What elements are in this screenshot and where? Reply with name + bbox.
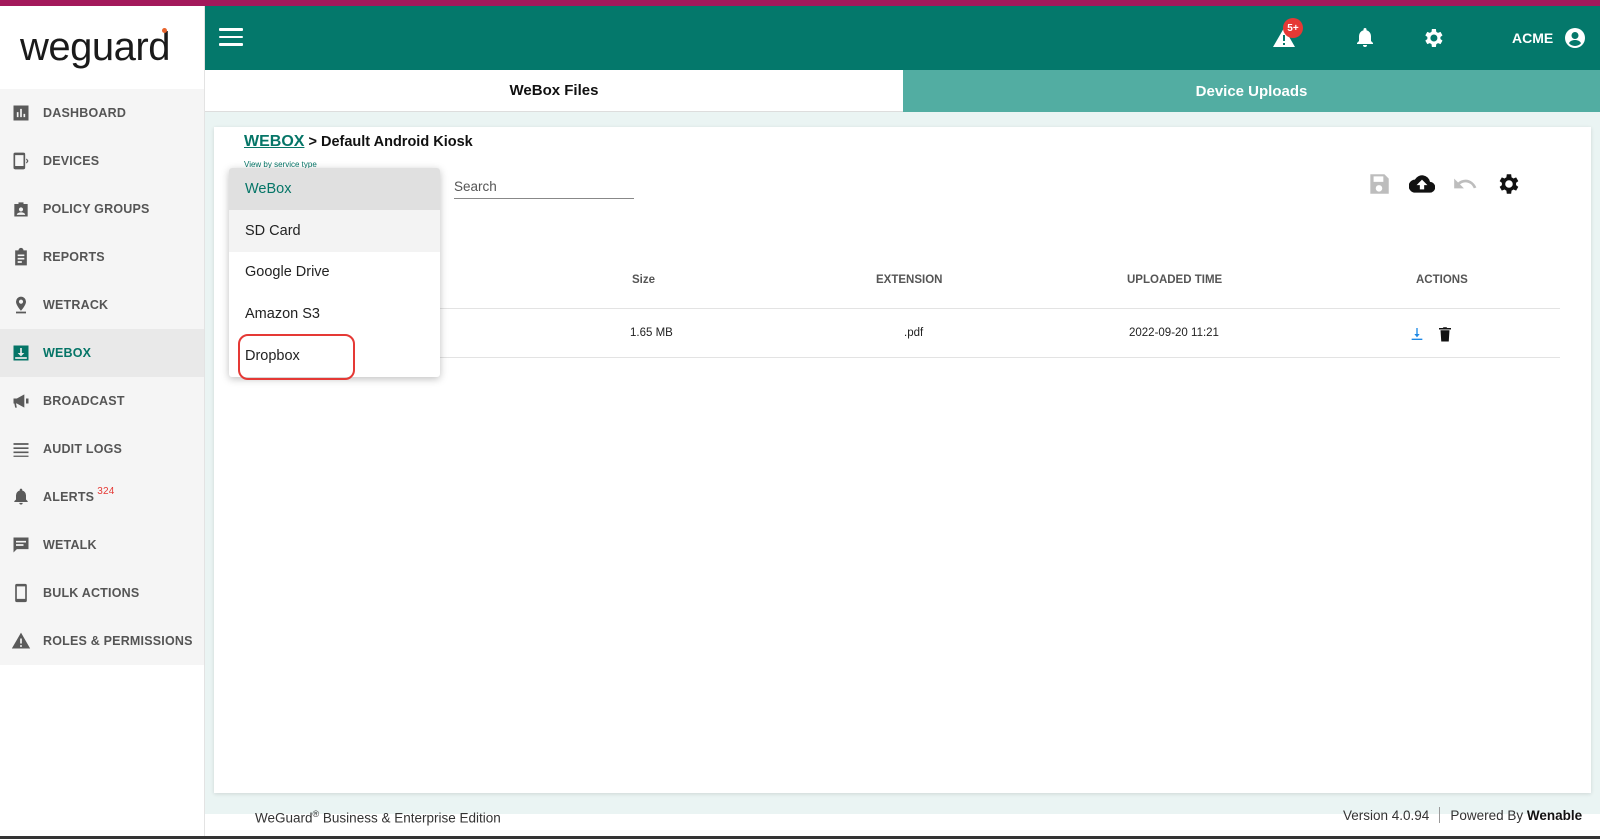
sidebar-item-reports[interactable]: REPORTS: [0, 233, 204, 281]
dropbox-highlight-annotation: [238, 334, 355, 380]
bell-alert-icon: [10, 486, 32, 508]
inbox-download-icon: [10, 342, 32, 364]
column-header-extension[interactable]: EXTENSION: [876, 274, 942, 286]
tab-device-uploads[interactable]: Device Uploads: [903, 70, 1600, 112]
bar-chart-icon: [10, 102, 32, 124]
sidebar-nav: DASHBOARD DEVICES POLICY GROUPS REPORTS …: [0, 89, 204, 665]
footer-edition-text: Business & Enterprise Edition: [319, 810, 501, 826]
tab-webox-files[interactable]: WeBox Files: [205, 70, 903, 112]
sidebar-item-policy-groups[interactable]: POLICY GROUPS: [0, 185, 204, 233]
sidebar-item-broadcast[interactable]: BROADCAST: [0, 377, 204, 425]
megaphone-icon: [10, 390, 32, 412]
sidebar-item-webox[interactable]: WEBOX: [0, 329, 204, 377]
sidebar-item-label: WETALK: [43, 538, 97, 552]
search-input[interactable]: Search: [454, 177, 634, 199]
footer-powered-prefix: Powered By: [1450, 807, 1524, 823]
sidebar-item-alerts[interactable]: ALERTS 324: [0, 473, 204, 521]
location-pin-icon: [10, 294, 32, 316]
sidebar-item-dashboard[interactable]: DASHBOARD: [0, 89, 204, 137]
list-icon: [10, 438, 32, 460]
sidebar-item-bulk-actions[interactable]: BULK ACTIONS: [0, 569, 204, 617]
footer-edition: WeGuard® Business & Enterprise Edition: [255, 809, 501, 826]
logo-dot: [162, 28, 167, 33]
dropdown-option-google-drive[interactable]: Google Drive: [229, 252, 440, 294]
sidebar-item-label: ROLES & PERMISSIONS: [43, 634, 193, 648]
warning-icon: [10, 630, 32, 652]
device-icon: [10, 150, 32, 172]
dropdown-option-amazon-s3[interactable]: Amazon S3: [229, 293, 440, 335]
bell-icon[interactable]: [1353, 26, 1377, 50]
sidebar-item-wetalk[interactable]: WETALK: [0, 521, 204, 569]
sidebar-item-label: REPORTS: [43, 250, 105, 264]
breadcrumb-root-link[interactable]: WEBOX: [244, 133, 304, 150]
footer-separator: [1439, 807, 1441, 823]
cell-size: 1.65 MB: [630, 327, 673, 339]
cell-extension: .pdf: [904, 327, 924, 339]
sidebar-item-wetrack[interactable]: WETRACK: [0, 281, 204, 329]
footer-version: Version 4.0.94: [1343, 807, 1430, 823]
save-icon[interactable]: [1366, 171, 1392, 197]
dropdown-option-webox[interactable]: WeBox: [229, 168, 440, 210]
sidebar-item-label: WETRACK: [43, 298, 109, 312]
dropdown-option-sd-card[interactable]: SD Card: [229, 209, 440, 252]
cloud-upload-icon[interactable]: [1408, 171, 1436, 197]
sidebar-item-label: BROADCAST: [43, 394, 125, 408]
user-avatar-icon[interactable]: [1563, 26, 1587, 50]
app-logo[interactable]: weguard: [0, 6, 204, 89]
footer-brand: WeGuard: [255, 810, 313, 826]
phone-icon: [10, 582, 32, 604]
sidebar-item-label: BULK ACTIONS: [43, 586, 140, 600]
column-header-size[interactable]: Size: [632, 274, 655, 286]
column-header-actions: ACTIONS: [1416, 274, 1468, 286]
footer-version-info: Version 4.0.94 Powered By Wenable: [1343, 807, 1582, 823]
sidebar-item-label: AUDIT LOGS: [43, 442, 123, 456]
undo-icon[interactable]: [1452, 171, 1478, 197]
badge-icon: [10, 198, 32, 220]
user-name[interactable]: ACME: [1512, 30, 1553, 46]
sidebar-item-label: ALERTS: [43, 490, 95, 504]
download-icon[interactable]: [1409, 326, 1425, 347]
sidebar-item-roles-permissions[interactable]: ROLES & PERMISSIONS: [0, 617, 204, 665]
top-header: 5+ ACME: [205, 6, 1600, 70]
alerts-count-badge: 324: [97, 485, 115, 497]
logo-text: weguard: [20, 25, 170, 69]
column-header-uploaded-time[interactable]: UPLOADED TIME: [1127, 274, 1222, 286]
sidebar-item-label: DASHBOARD: [43, 106, 127, 120]
sidebar-item-devices[interactable]: DEVICES: [0, 137, 204, 185]
gear-icon[interactable]: [1421, 26, 1445, 50]
sidebar-item-label: DEVICES: [43, 154, 100, 168]
cell-uploaded-time: 2022-09-20 11:21: [1129, 327, 1219, 339]
alert-count-badge: 5+: [1283, 18, 1303, 38]
clipboard-icon: [10, 246, 32, 268]
settings-gear-icon[interactable]: [1495, 171, 1521, 197]
breadcrumb-separator: >: [304, 134, 321, 150]
footer-powered-by[interactable]: Wenable: [1527, 808, 1582, 823]
sidebar-item-audit-logs[interactable]: AUDIT LOGS: [0, 425, 204, 473]
breadcrumb: WEBOX > Default Android Kiosk: [244, 133, 473, 151]
delete-trash-icon[interactable]: [1436, 324, 1454, 349]
breadcrumb-current: Default Android Kiosk: [320, 134, 473, 150]
sidebar: weguard DASHBOARD DEVICES POLICY GROUPS …: [0, 6, 205, 839]
chat-icon: [10, 534, 32, 556]
sidebar-item-label: POLICY GROUPS: [43, 202, 150, 216]
sidebar-item-label: WEBOX: [43, 346, 92, 360]
hamburger-menu-icon[interactable]: [219, 28, 243, 48]
